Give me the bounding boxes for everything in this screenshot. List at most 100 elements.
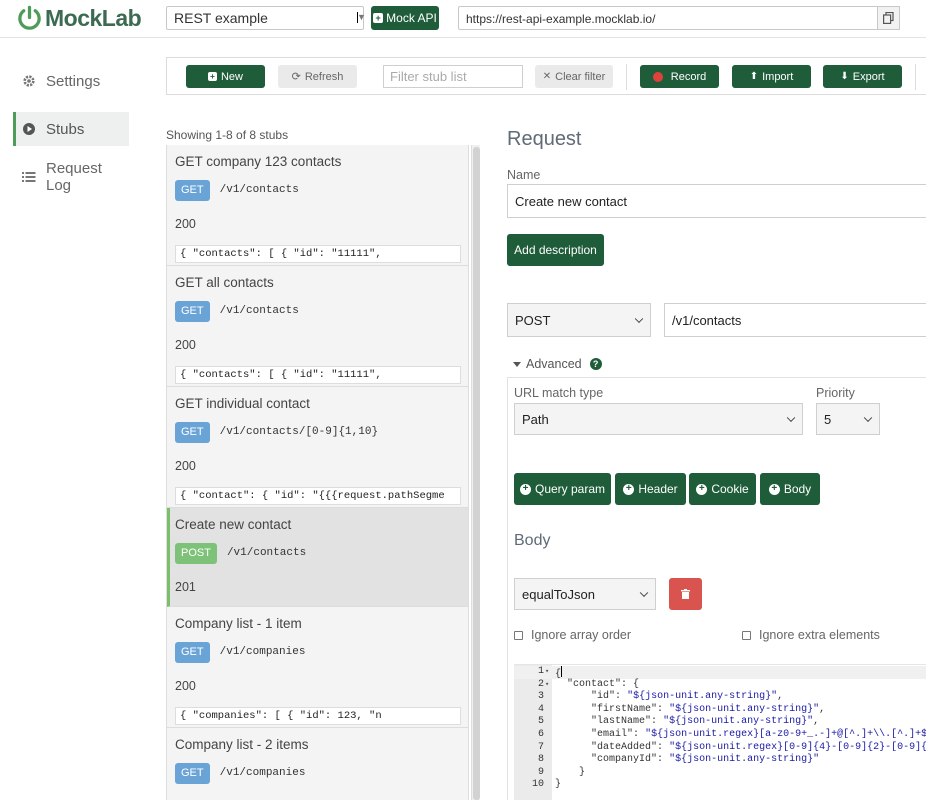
stub-list-scrollbar[interactable] <box>471 145 480 800</box>
stub-request-row: GET /v1/companies <box>175 758 468 788</box>
add-query-param-button[interactable]: + Query param <box>514 473 611 505</box>
api-selector[interactable]: REST example ▼ <box>166 6 366 30</box>
request-url-input[interactable]: /v1/contacts <box>664 303 926 337</box>
code-text: "email": "${json-unit.regex}[a-z0-9+_.-]… <box>591 729 926 740</box>
nav-item-settings[interactable]: Settings <box>13 64 129 98</box>
help-icon[interactable]: ? <box>589 358 602 370</box>
import-button[interactable]: ⬆ Import <box>732 65 811 88</box>
stub-toolbar: + New ⟳ Refresh Filter stub list ✕ Clear… <box>166 57 926 95</box>
stub-status: 201 <box>175 580 196 594</box>
delete-body-pattern-button[interactable] <box>669 578 702 610</box>
trash-icon <box>681 589 690 599</box>
stub-list-item[interactable]: GET all contacts GET /v1/contacts 200 { … <box>167 266 468 387</box>
mock-api-button[interactable]: + Mock API <box>371 6 439 30</box>
http-method-value: POST <box>515 312 551 328</box>
stub-status: 200 <box>175 679 196 693</box>
copy-url-button[interactable] <box>877 6 900 30</box>
export-button[interactable]: ⬇ Export <box>823 65 902 88</box>
priority-select[interactable]: 5 <box>816 403 880 435</box>
filter-stub-input[interactable]: Filter stub list <box>383 65 523 88</box>
code-text: "lastName": "${json-unit.any-string}", <box>591 716 820 728</box>
advanced-toggle[interactable]: Advanced ? <box>513 357 602 371</box>
record-button[interactable]: Record <box>640 65 719 88</box>
mocklab-logo[interactable]: MockLab <box>16 4 142 32</box>
plus-circle-icon: + <box>519 483 531 495</box>
url-match-type-label: URL match type <box>514 386 604 400</box>
stub-name: Create new contact <box>175 517 292 532</box>
stub-list-item[interactable]: GET company 123 contacts GET /v1/contact… <box>167 145 468 266</box>
chevron-down-icon <box>786 413 796 423</box>
clear-filter-button[interactable]: ✕ Clear filter <box>535 65 613 88</box>
download-icon: ⬇ <box>840 71 849 82</box>
ignore-extra-elements-option[interactable]: Ignore extra elements <box>742 628 880 642</box>
body-match-type-select[interactable]: equalToJson <box>514 578 656 610</box>
refresh-label: Refresh <box>304 70 344 83</box>
stub-name: GET all contacts <box>175 275 274 290</box>
scrollbar-thumb[interactable] <box>473 147 480 800</box>
new-stub-button[interactable]: + New <box>186 65 265 88</box>
ignore-array-order-label: Ignore array order <box>531 628 632 642</box>
stub-list: GET company 123 contacts GET /v1/contact… <box>166 145 469 800</box>
ignore-extra-elements-label: Ignore extra elements <box>759 628 880 642</box>
code-text: "companyId": "${json-unit.any-string}" <box>591 754 820 766</box>
stub-url: /v1/companies <box>219 646 306 658</box>
url-match-type-select[interactable]: Path <box>514 403 803 435</box>
add-header-button[interactable]: + Header <box>615 473 686 505</box>
line-number: 7 <box>537 741 544 753</box>
stub-name: Company list - 1 item <box>175 616 302 631</box>
nav-item-request-log[interactable]: Request Log <box>13 160 129 194</box>
stub-count-summary: Showing 1-8 of 8 stubs <box>166 128 289 142</box>
import-label: Import <box>762 70 794 83</box>
code-line: 2 ▾ "contact": { <box>514 679 926 692</box>
stub-name-input[interactable]: Create new contact <box>507 184 926 218</box>
mock-api-label: Mock API <box>386 11 437 25</box>
stub-request-row: GET /v1/contacts/[0-9]{1,10} <box>175 417 468 447</box>
text-cursor <box>561 666 563 677</box>
query-param-label: Query param <box>534 482 606 496</box>
priority-value: 5 <box>824 411 832 427</box>
record-dot-icon <box>652 71 663 82</box>
stub-list-item[interactable]: Company list - 1 item GET /v1/companies … <box>167 607 468 728</box>
ignore-array-order-checkbox[interactable] <box>514 630 523 640</box>
logo-text: MockLab <box>45 4 142 31</box>
method-badge: GET <box>175 421 210 443</box>
stub-request-row: GET /v1/companies <box>175 637 468 667</box>
ignore-extra-elements-checkbox[interactable] <box>742 630 751 640</box>
plus-circle-icon: + <box>623 483 635 495</box>
chevron-down-icon <box>639 588 649 598</box>
body-json-editor[interactable]: 1 ▾{2 ▾ "contact": {3 "id": "${json-unit.a… <box>514 664 926 800</box>
stub-url: /v1/contacts <box>219 305 299 317</box>
toolbar-divider <box>626 64 627 90</box>
stub-list-item[interactable]: GET individual contact GET /v1/contacts/… <box>167 387 468 508</box>
stub-list-item-selected[interactable]: Create new contact POST /v1/contacts 201 <box>167 508 468 607</box>
fold-caret-icon[interactable]: ▾ <box>545 679 549 692</box>
base-url-field[interactable]: https://rest-api-example.mocklab.io/ <box>458 6 878 30</box>
http-method-select[interactable]: POST <box>507 303 651 337</box>
line-number: 3 <box>537 691 544 703</box>
nav-item-label: Request Log <box>46 160 102 194</box>
add-description-button[interactable]: Add description <box>507 234 604 266</box>
stub-body-preview: { "contact": { "id": "{{{request.pathSeg… <box>175 487 461 505</box>
chevron-down-icon <box>634 314 644 324</box>
ignore-array-order-option[interactable]: Ignore array order <box>514 628 631 642</box>
url-match-type-value: Path <box>522 411 549 427</box>
request-title: Request <box>507 128 582 150</box>
line-number: 9 <box>537 766 544 778</box>
priority-label: Priority <box>816 386 855 400</box>
stub-request-row: GET /v1/contacts <box>175 175 468 205</box>
refresh-button[interactable]: ⟳ Refresh <box>278 65 357 88</box>
stub-url: /v1/companies <box>219 767 306 779</box>
code-text: } <box>555 779 562 791</box>
add-body-button[interactable]: + Body <box>760 473 820 505</box>
nav-item-stubs[interactable]: Stubs <box>13 112 129 146</box>
code-line: 4 "firstName": "${json-unit.any-string}"… <box>514 704 926 717</box>
add-cookie-button[interactable]: + Cookie <box>689 473 756 505</box>
clear-filter-label: Clear filter <box>555 70 606 83</box>
stub-list-item[interactable]: Company list - 2 items GET /v1/companies <box>167 728 468 800</box>
stub-body-preview: { "contacts": [ { "id": "11111", <box>175 366 461 384</box>
method-badge: POST <box>175 542 217 564</box>
fold-caret-icon[interactable]: ▾ <box>545 666 549 679</box>
stub-name: GET company 123 contacts <box>175 154 342 169</box>
gear-icon <box>22 74 36 88</box>
record-label: Record <box>670 70 707 83</box>
